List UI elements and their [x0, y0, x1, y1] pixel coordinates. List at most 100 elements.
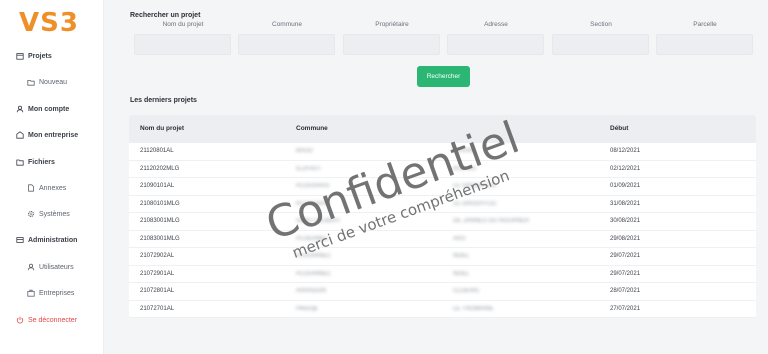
table-cell: PLOUGRAS: [296, 200, 330, 207]
sidebar-item-projets[interactable]: Projets: [15, 49, 52, 63]
table-cell: 21090101AL: [140, 183, 175, 189]
field-label: Propriétaire: [375, 21, 409, 28]
table-cell: 27/07/2021: [610, 305, 641, 312]
table-cell: 28/07/2021: [610, 288, 641, 294]
table-cell: BAUD: [296, 148, 313, 154]
section-input[interactable]: [552, 34, 649, 55]
sidebar-item-mon-compte[interactable]: Mon compte: [15, 102, 69, 116]
sidebar-item-administration[interactable]: Administration: [15, 233, 77, 247]
table-cell: 21080101MLG: [140, 200, 180, 207]
table-row[interactable]: 21072701AL Plescop LE TROMAINE 27/07/2021: [129, 301, 756, 318]
table-cell: 29/07/2021: [610, 270, 641, 277]
sidebar-item-entreprises[interactable]: Entreprises: [26, 286, 74, 300]
file-icon: [26, 184, 35, 193]
folder-plus-icon: [26, 78, 35, 87]
search-field-proprietaire: Propriétaire: [343, 20, 441, 55]
search-field-adresse: Adresse: [447, 20, 545, 55]
sidebar-item-label: Entreprises: [39, 289, 75, 297]
table-cell: LE GROUFFLIC: [453, 200, 497, 207]
table-cell: 21083001MLG: [140, 235, 180, 242]
table-cell: 31/08/2021: [610, 200, 641, 207]
table-cell: 21072902AL: [140, 253, 175, 259]
column-header[interactable]: Début: [610, 115, 628, 143]
app-root: VS3 Projets Nouveau Mon compte Mon entre…: [0, 0, 768, 354]
sidebar-item-fichiers[interactable]: Fichiers: [15, 155, 55, 169]
search-section-title: Rechercher un projet: [130, 12, 201, 19]
parcel-input[interactable]: [656, 34, 753, 55]
logout-button[interactable]: Se déconnecter: [15, 313, 77, 327]
sidebar-item-label: Administration: [28, 236, 78, 244]
table-row[interactable]: 21080101MLG PLOUGRAS LE GROUFFLIC 31/08/202…: [129, 196, 756, 213]
field-label: Section: [590, 21, 612, 28]
table-cell: 08/12/2021: [610, 148, 641, 154]
table-row[interactable]: 21072801AL ARRADON CLOERIC 28/07/2021: [129, 283, 756, 301]
sidebar: VS3 Projets Nouveau Mon compte Mon entre…: [0, 0, 104, 354]
search-field-nom-projet: Nom du projet: [134, 20, 232, 55]
recent-projects-table: Nom du projet Commune Début 21120801AL BA…: [129, 115, 756, 318]
table-cell: 29/07/2021: [610, 253, 641, 259]
app-logo: VS3: [19, 8, 79, 38]
table-cell: CLOERIC: [453, 288, 480, 294]
table-cell: SAINT-GILBERT: [296, 218, 341, 224]
sidebar-item-label: Systèmes: [39, 210, 70, 218]
table-cell: 01/09/2021: [610, 183, 641, 189]
table-header: Nom du projet Commune Début: [129, 115, 756, 143]
sidebar-item-label: Nouveau: [39, 78, 68, 86]
table-cell: ILLIFAUT: [296, 165, 322, 172]
field-label: Nom du projet: [162, 21, 204, 28]
table-cell: 21072801AL: [140, 288, 175, 294]
search-field-section: Section: [552, 20, 650, 55]
briefcase-icon: [26, 289, 35, 298]
calendar-icon: [15, 52, 24, 61]
sidebar-item-label: Projets: [28, 52, 52, 60]
owner-input[interactable]: [343, 34, 440, 55]
table-cell: LE TROMAINE: [453, 305, 494, 312]
gear-icon: [26, 210, 35, 219]
project-name-input[interactable]: [134, 34, 231, 55]
table-body: 21120801AL BAUD KERVAL 08/12/2021 21120202ML…: [129, 143, 756, 318]
table-row[interactable]: 21120801AL BAUD KERVAL 08/12/2021: [129, 143, 756, 161]
users-icon: [26, 263, 35, 272]
power-icon: [15, 316, 24, 325]
table-row[interactable]: 21120202MLG ILLIFAUT RUE DU 02/12/2021: [129, 161, 756, 178]
table-cell: PLOUHINEC: [296, 270, 332, 277]
table-cell: 21120801AL: [140, 148, 174, 154]
sidebar-item-label: Mon compte: [28, 105, 70, 113]
table-row[interactable]: 21083001MLG PLOERMEL ARS 29/08/2021: [129, 231, 756, 248]
sidebar-item-label: Fichiers: [28, 158, 55, 166]
sidebar-item-systemes[interactable]: Systèmes: [26, 207, 70, 221]
table-cell: 21120202MLG: [140, 165, 180, 172]
table-cell: PLOUGRAS: [296, 183, 330, 189]
table-row[interactable]: 21083001MLG SAINT-GILBERT DE JANNES DU HOU…: [129, 213, 756, 231]
table-cell: ARRADON: [296, 288, 327, 294]
commune-input[interactable]: [238, 34, 335, 55]
sidebar-item-utilisateurs[interactable]: Utilisateurs: [26, 260, 74, 274]
search-button[interactable]: Rechercher: [417, 66, 470, 87]
main-content: Rechercher un projet Nom du projet Commu…: [118, 0, 768, 354]
sidebar-item-label: Utilisateurs: [39, 263, 74, 271]
field-label: Commune: [272, 21, 302, 28]
building-icon: [15, 131, 24, 140]
table-row[interactable]: 21072902AL PLOUHINEC NOEL 29/07/2021: [129, 248, 756, 266]
sidebar-item-annexes[interactable]: Annexes: [26, 181, 66, 195]
table-cell: DE JANNES DU HOURNER: [453, 218, 530, 224]
recent-projects-title: Les derniers projets: [130, 97, 197, 104]
column-header[interactable]: Commune: [296, 115, 328, 143]
field-label: Adresse: [484, 21, 508, 28]
table-cell: ARS: [453, 235, 466, 242]
folder-icon: [15, 158, 24, 167]
search-field-commune: Commune: [238, 20, 336, 55]
table-cell: LE GROUFFLIC: [453, 183, 497, 189]
table-cell: RUE DU: [453, 165, 477, 172]
table-cell: Plescop: [296, 305, 318, 312]
sidebar-item-mon-entreprise[interactable]: Mon entreprise: [15, 128, 78, 142]
column-header[interactable]: Nom du projet: [140, 115, 184, 143]
shield-icon: [15, 236, 24, 245]
table-cell: 29/08/2021: [610, 235, 641, 242]
table-row[interactable]: 21072901AL PLOUHINEC NOEL 29/07/2021: [129, 266, 756, 283]
address-input[interactable]: [447, 34, 544, 55]
sidebar-item-nouveau[interactable]: Nouveau: [26, 75, 67, 89]
table-cell: KERVAL: [453, 148, 477, 154]
table-cell: PLOERMEL: [296, 235, 329, 242]
table-row[interactable]: 21090101AL PLOUGRAS LE GROUFFLIC 01/09/2021: [129, 178, 756, 196]
